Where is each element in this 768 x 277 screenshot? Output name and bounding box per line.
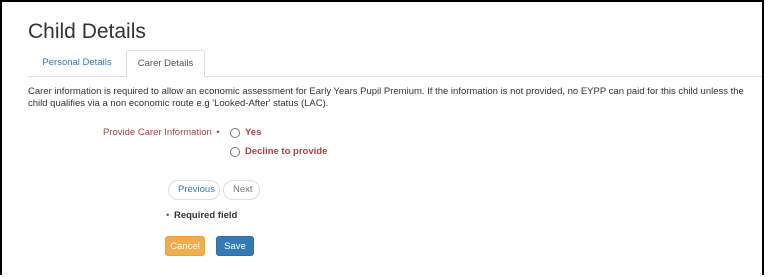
page-title: Child Details <box>28 20 146 43</box>
provide-carer-information-label: Provide Carer Information • <box>103 127 220 138</box>
cancel-button[interactable]: Cancel <box>165 236 205 256</box>
required-field-text: Required field <box>173 210 238 221</box>
required-marker: • <box>216 127 220 138</box>
radio-option-yes[interactable]: Yes <box>230 127 261 138</box>
next-button[interactable]: Next <box>223 180 260 200</box>
field-label-text: Provide Carer Information <box>103 127 212 138</box>
tab-bar: Personal Details Carer Details <box>28 50 762 77</box>
previous-button[interactable]: Previous <box>168 180 220 200</box>
tab-carer-details[interactable]: Carer Details <box>126 50 205 77</box>
radio-label-yes: Yes <box>245 127 262 138</box>
radio-option-decline[interactable]: Decline to provide <box>230 146 327 157</box>
required-field-note: • Required field <box>166 210 237 221</box>
radio-button-decline[interactable] <box>230 146 240 157</box>
required-marker: • <box>166 210 170 221</box>
save-button[interactable]: Save <box>216 236 254 256</box>
tab-personal-details[interactable]: Personal Details <box>28 50 126 76</box>
carer-info-description: Carer information is required to allow a… <box>28 86 744 109</box>
radio-button-yes[interactable] <box>230 127 240 138</box>
radio-label-decline: Decline to provide <box>245 146 328 157</box>
